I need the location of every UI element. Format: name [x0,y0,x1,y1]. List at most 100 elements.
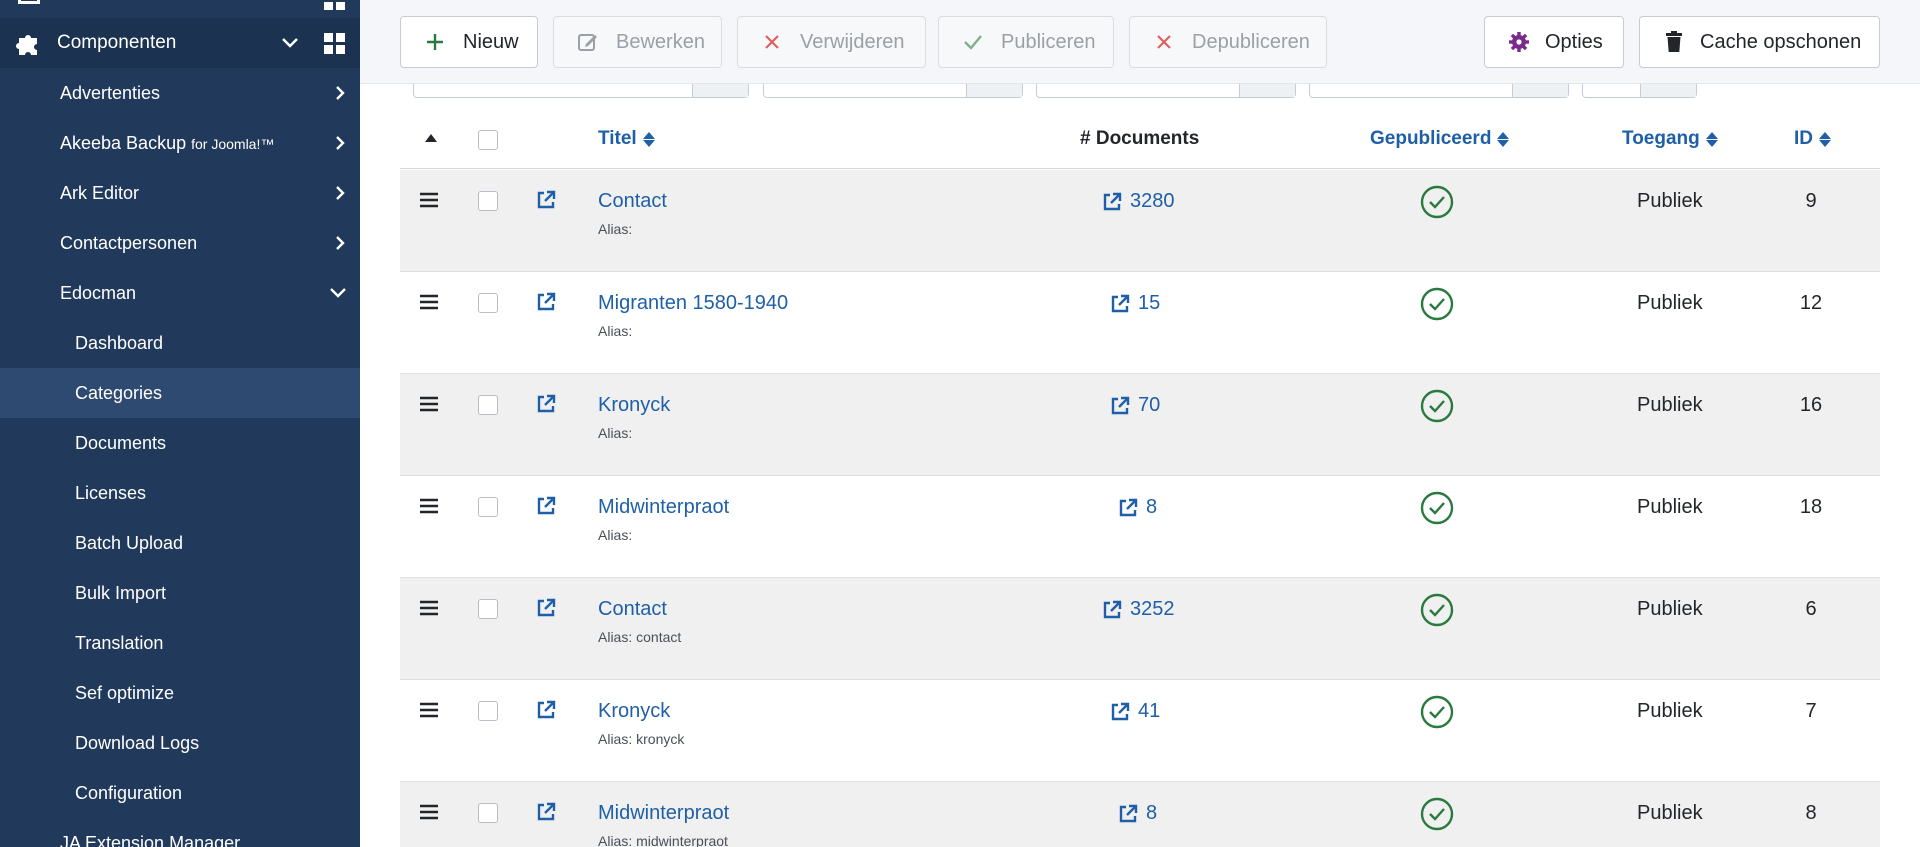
documents-count-link[interactable]: 8 [1118,496,1157,519]
search-filter-partial[interactable] [413,84,749,98]
external-link-icon[interactable] [536,496,556,521]
filter-addon[interactable] [692,84,748,97]
drag-handle-icon[interactable] [420,294,438,315]
menu-icon[interactable] [18,0,40,4]
external-link-icon[interactable] [536,190,556,215]
sidebar-item-download-logs[interactable]: Download Logs [0,718,360,768]
row-checkbox[interactable] [478,803,498,823]
documents-count-link[interactable]: 41 [1110,700,1160,723]
category-title-link[interactable]: Midwinterpraot [598,496,729,519]
published-check-icon[interactable] [1420,797,1454,836]
sidebar-item-advertenties[interactable]: Advertenties [0,68,360,118]
sidebar-section-componenten[interactable]: Componenten [0,18,360,68]
filter-addon[interactable] [1640,84,1696,97]
sidebar-item-edocman[interactable]: Edocman [0,268,360,318]
filter-addon[interactable] [1239,84,1295,97]
header-documents: # Documents [1080,128,1199,150]
sidebar-item-documents[interactable]: Documents [0,418,360,468]
row-checkbox[interactable] [478,599,498,619]
published-check-icon[interactable] [1420,389,1454,428]
chevron-down-icon[interactable] [280,32,300,52]
sidebar-item-label: Dashboard [75,332,164,353]
external-link-icon [1111,702,1130,720]
published-check-icon[interactable] [1420,695,1454,734]
category-title-link[interactable]: Kronyck [598,394,670,417]
sidebar-item-label: Download Logs [75,732,200,753]
documents-count-link[interactable]: 8 [1118,802,1157,825]
external-link-icon[interactable] [536,700,556,725]
sidebar-item-contactpersonen[interactable]: Contactpersonen [0,218,360,268]
category-alias: Alias: midwinterpraot [598,833,728,847]
header-access[interactable]: Toegang [1622,128,1718,150]
sidebar-item-ark-editor[interactable]: Ark Editor [0,168,360,218]
drag-handle-icon[interactable] [420,396,438,417]
sort-ordering-icon[interactable] [424,133,438,143]
filter-select-partial[interactable] [1036,84,1296,98]
drag-handle-icon[interactable] [420,600,438,621]
sidebar-item-dashboard[interactable]: Dashboard [0,318,360,368]
published-check-icon[interactable] [1420,287,1454,326]
external-link-icon[interactable] [536,394,556,419]
sidebar-item-label: Translation [75,632,164,653]
sidebar-item-label: Ark Editor [60,182,140,203]
title-cell: Midwinterpraot Alias: [598,496,729,543]
dashboard-grid-icon[interactable] [324,33,346,55]
new-button[interactable]: Nieuw [400,16,538,68]
options-button[interactable]: Opties [1484,16,1624,68]
row-checkbox[interactable] [478,701,498,721]
filter-addon[interactable] [1512,84,1568,97]
sidebar-item-categories[interactable]: Categories [0,368,360,418]
delete-button[interactable]: Verwijderen [737,16,926,68]
category-title-link[interactable]: Midwinterpraot [598,802,729,825]
drag-handle-icon[interactable] [420,702,438,723]
filter-select-partial[interactable] [1582,84,1697,98]
access-level: Publiek [1637,496,1703,518]
published-check-icon[interactable] [1420,593,1454,632]
category-title-link[interactable]: Kronyck [598,700,684,723]
sidebar-item-licenses[interactable]: Licenses [0,468,360,518]
edit-button[interactable]: Bewerken [553,16,722,68]
sidebar-item-sef-optimize[interactable]: Sef optimize [0,668,360,718]
publish-button[interactable]: Publiceren [938,16,1114,68]
sidebar-item-configuration[interactable]: Configuration [0,768,360,818]
category-title-link[interactable]: Contact [598,190,667,213]
dashboard-grid-icon[interactable] [324,0,346,10]
external-link-icon[interactable] [536,292,556,317]
category-title-link[interactable]: Contact [598,598,681,621]
published-check-icon[interactable] [1420,185,1454,224]
clear-cache-button[interactable]: Cache opschonen [1639,16,1880,68]
header-title[interactable]: Titel [598,128,655,150]
sidebar-item-ja-extension-manager[interactable]: JA Extension Manager [0,818,360,847]
external-link-icon[interactable] [536,598,556,623]
documents-count-link[interactable]: 3280 [1102,190,1175,213]
row-checkbox[interactable] [478,395,498,415]
drag-handle-icon[interactable] [420,498,438,519]
filter-select-partial[interactable] [1309,84,1569,98]
edit-icon [576,30,600,54]
select-all-checkbox[interactable] [478,130,498,150]
cross-icon [760,30,784,54]
sidebar-item-batch-upload[interactable]: Batch Upload [0,518,360,568]
trash-icon [1662,30,1686,54]
published-check-icon[interactable] [1420,491,1454,530]
documents-count-link[interactable]: 15 [1110,292,1160,315]
documents-count-link[interactable]: 70 [1110,394,1160,417]
drag-handle-icon[interactable] [420,192,438,213]
external-link-icon [1103,600,1122,618]
sidebar-item-translation[interactable]: Translation [0,618,360,668]
row-checkbox[interactable] [478,293,498,313]
category-title-link[interactable]: Migranten 1580-1940 [598,292,788,315]
row-checkbox[interactable] [478,497,498,517]
header-id[interactable]: ID [1794,128,1831,150]
row-checkbox[interactable] [478,191,498,211]
documents-count-link[interactable]: 3252 [1102,598,1175,621]
access-level: Publiek [1637,802,1703,824]
external-link-icon[interactable] [536,802,556,827]
sidebar-item-akeeba-backup[interactable]: Akeeba Backup for Joomla!™ [0,118,360,168]
header-published[interactable]: Gepubliceerd [1370,128,1510,150]
drag-handle-icon[interactable] [420,804,438,825]
unpublish-button[interactable]: Depubliceren [1129,16,1327,68]
sidebar-item-bulk-import[interactable]: Bulk Import [0,568,360,618]
filter-select-partial[interactable] [763,84,1023,98]
filter-addon[interactable] [966,84,1022,97]
